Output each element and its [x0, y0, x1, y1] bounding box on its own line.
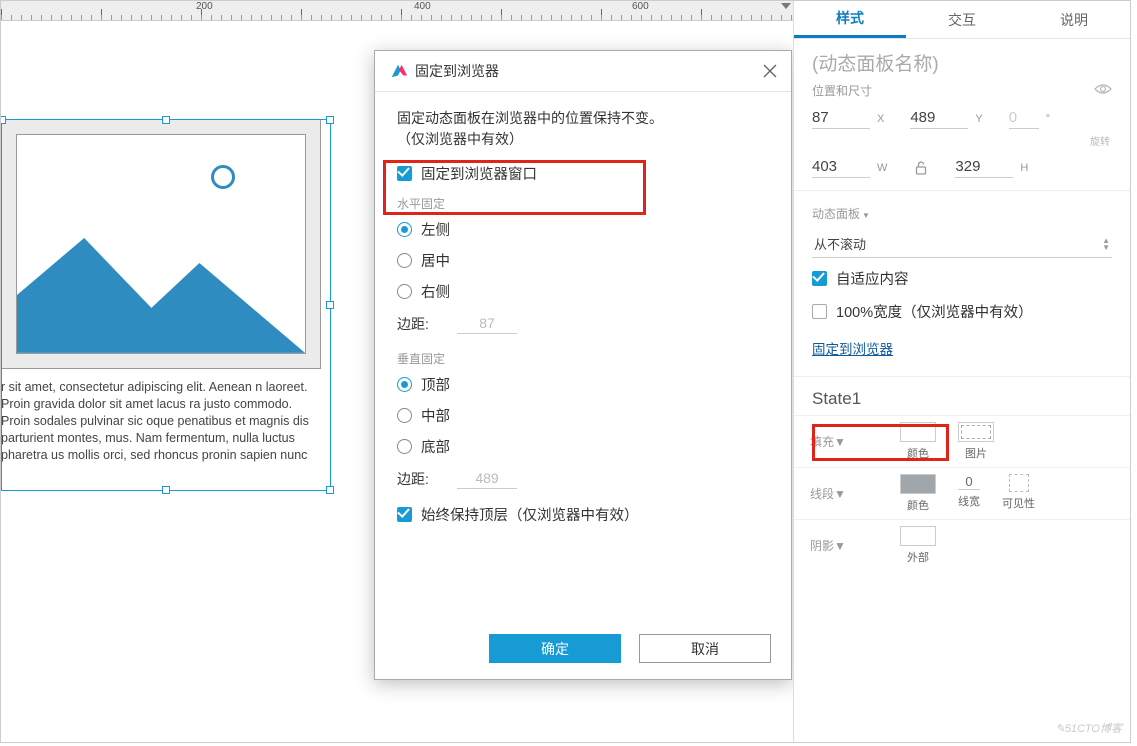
pin-checkbox-label: 固定到浏览器窗口 [421, 163, 537, 184]
margin-v-label: 边距: [397, 469, 457, 489]
ruler-tick: 600 [632, 1, 649, 12]
axure-logo-icon [389, 62, 407, 80]
close-icon[interactable] [763, 64, 777, 78]
radio-icon[interactable] [397, 253, 412, 268]
x-input[interactable] [812, 107, 870, 129]
pin-checkbox[interactable] [397, 166, 412, 181]
position-section-label: 位置和尺寸 [812, 82, 872, 99]
fill-section[interactable]: 填充▼ [810, 433, 860, 450]
dialog-description: 固定动态面板在浏览器中的位置保持不变。（仅浏览器中有效） [397, 108, 769, 150]
fit-content-checkbox[interactable] [812, 271, 827, 286]
lock-aspect-icon[interactable] [915, 161, 927, 178]
resize-handle[interactable] [162, 486, 170, 494]
line-width-input[interactable]: 0 [958, 474, 980, 490]
resize-handle[interactable] [326, 301, 334, 309]
radio-icon[interactable] [397, 408, 412, 423]
margin-h-label: 边距: [397, 314, 457, 334]
radio-middle[interactable]: 中部 [397, 400, 769, 431]
resize-handle[interactable] [326, 116, 334, 124]
line-section[interactable]: 线段▼ [810, 485, 860, 502]
rotation-input [1009, 107, 1039, 129]
radio-right[interactable]: 右侧 [397, 276, 769, 307]
radio-center[interactable]: 居中 [397, 245, 769, 276]
y-input[interactable] [910, 107, 968, 129]
selection-outline[interactable] [1, 119, 331, 491]
ruler-tick: 200 [196, 1, 213, 12]
widget-name-input[interactable]: (动态面板名称) [794, 39, 1130, 82]
line-color-swatch[interactable] [900, 474, 936, 494]
fill-color-swatch[interactable] [900, 422, 936, 442]
radio-icon[interactable] [397, 284, 412, 299]
radio-top[interactable]: 顶部 [397, 369, 769, 400]
rotation-label: 旋转 [794, 133, 1130, 148]
scroll-behavior-select[interactable]: 从不滚动 ▲▼ [812, 230, 1112, 258]
tab-notes[interactable]: 说明 [1018, 1, 1130, 38]
inspector-panel: 样式 交互 说明 (动态面板名称) 位置和尺寸 X Y ° 旋转 W H 动态面… [793, 1, 1130, 742]
margin-h-input[interactable] [457, 313, 517, 334]
canvas[interactable]: 200 400 600 800 r sit amet, consectetur … [1, 1, 793, 742]
horizontal-section-label: 水平固定 [397, 189, 769, 214]
resize-handle[interactable] [326, 486, 334, 494]
fit-content-row[interactable]: 自适应内容 [794, 262, 1130, 295]
dynamic-panel-section[interactable]: 动态面板▼ [794, 197, 1130, 226]
radio-icon[interactable] [397, 222, 412, 237]
pin-to-browser-link[interactable]: 固定到浏览器 [812, 342, 893, 357]
pin-checkbox-row[interactable]: 固定到浏览器窗口 [397, 158, 769, 189]
visibility-toggle-icon[interactable] [1094, 83, 1112, 98]
margin-v-input[interactable] [457, 468, 517, 489]
select-caret-icon: ▲▼ [1102, 237, 1110, 251]
keep-top-checkbox[interactable] [397, 507, 412, 522]
resize-handle[interactable] [1, 116, 6, 124]
fill-image-swatch[interactable] [958, 422, 994, 442]
vertical-section-label: 垂直固定 [397, 344, 769, 369]
ruler-tick: 400 [414, 1, 431, 12]
full-width-checkbox[interactable] [812, 304, 827, 319]
width-input[interactable] [812, 156, 870, 178]
shadow-section[interactable]: 阴影▼ [810, 537, 860, 554]
pin-to-browser-dialog: 固定到浏览器 固定动态面板在浏览器中的位置保持不变。（仅浏览器中有效） 固定到浏… [374, 50, 792, 680]
full-width-row[interactable]: 100%宽度（仅浏览器中有效） [794, 295, 1130, 328]
state-name[interactable]: State1 [794, 383, 1130, 415]
tab-interactions[interactable]: 交互 [906, 1, 1018, 38]
radio-icon[interactable] [397, 439, 412, 454]
tab-style[interactable]: 样式 [794, 1, 906, 38]
keep-top-row[interactable]: 始终保持顶层（仅浏览器中有效） [397, 499, 769, 530]
cancel-button[interactable]: 取消 [639, 634, 771, 663]
height-input[interactable] [955, 156, 1013, 178]
ruler: 200 400 600 800 [1, 1, 793, 21]
radio-bottom[interactable]: 底部 [397, 431, 769, 462]
shadow-outer-swatch[interactable] [900, 526, 936, 546]
inspector-tabs: 样式 交互 说明 [794, 1, 1130, 39]
chevron-down-icon: ▼ [862, 211, 870, 220]
line-visibility-swatch[interactable] [1009, 474, 1029, 492]
ruler-dropdown-icon[interactable] [781, 3, 791, 9]
ok-button[interactable]: 确定 [489, 634, 621, 663]
keep-top-label: 始终保持顶层（仅浏览器中有效） [421, 504, 639, 525]
radio-left[interactable]: 左侧 [397, 214, 769, 245]
resize-handle[interactable] [162, 116, 170, 124]
radio-icon[interactable] [397, 377, 412, 392]
dialog-title: 固定到浏览器 [415, 61, 763, 81]
